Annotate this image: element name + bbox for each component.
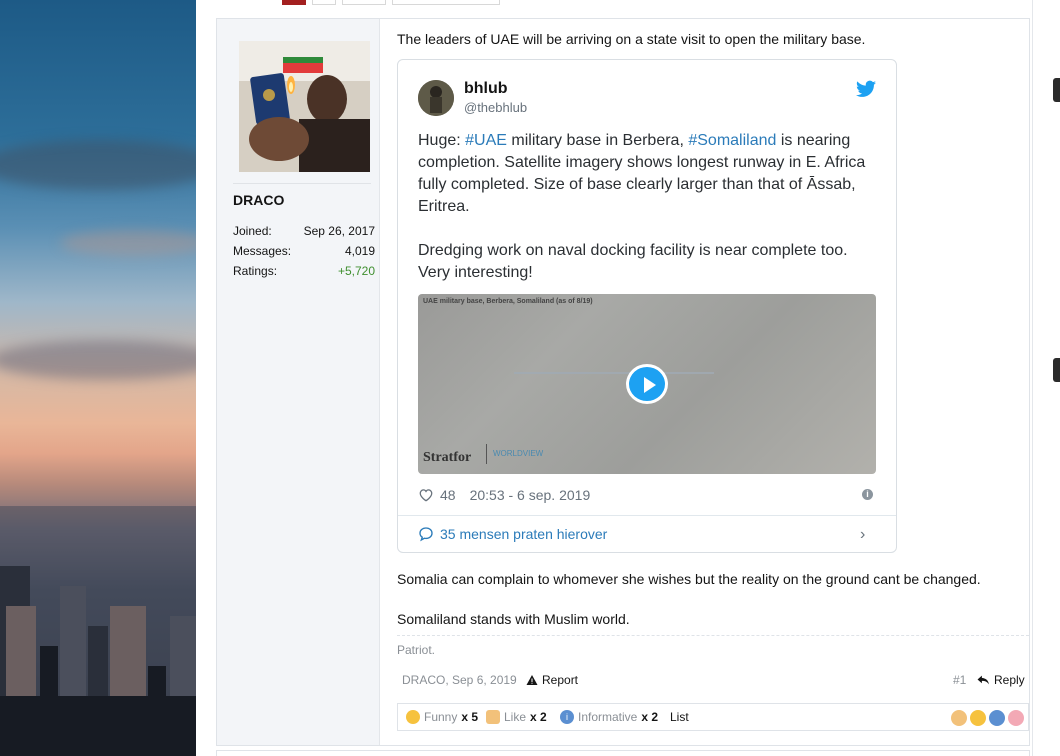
comment-bubble-icon [419,527,433,542]
reaction-picker [951,710,1024,726]
hashtag-link[interactable]: #Somaliland [688,132,776,149]
reactions-list-link[interactable]: List [670,710,689,724]
twitter-bird-icon[interactable] [856,80,876,98]
reply-arrow-icon [977,675,989,685]
report-label: Report [542,673,579,687]
post-paragraph: Somaliland stands with Muslim world. [397,611,630,627]
post-user-column: DRACO Joined: Sep 26, 2017 Messages: 4,0… [217,19,380,745]
signature-divider [397,635,1029,636]
embedded-tweet[interactable]: bhlub @thebhlub Huge: #UAE military base… [397,59,897,553]
heart-react-icon[interactable] [1008,710,1024,726]
top-pagination [282,0,500,5]
heart-icon[interactable] [418,488,434,502]
reaction-like[interactable]: Like x 2 [486,710,547,724]
stat-messages: Messages: 4,019 [233,243,375,263]
tweet-video[interactable]: UAE military base, Berbera, Somaliland (… [418,294,876,474]
reactions-bar: Funny x 5 Like x 2 i Informative x 2 Lis… [397,703,1029,731]
stat-value: 4,019 [344,244,375,258]
signature: Patriot. [397,643,436,657]
post-intro-text: The leaders of UAE will be arriving on a… [397,31,866,47]
runway-line [514,372,714,374]
right-sidebar-edge [1032,0,1060,756]
tweet-text: Huge: #UAE military base in Berbera, #So… [418,130,878,306]
divider [233,183,371,184]
play-icon[interactable] [626,364,668,404]
funny-react-icon[interactable] [970,710,986,726]
background-city-image [0,0,196,756]
reaction-funny[interactable]: Funny x 5 [406,710,478,724]
forum-post: DRACO Joined: Sep 26, 2017 Messages: 4,0… [216,18,1030,746]
stat-ratings: Ratings: +5,720 [233,263,375,283]
worldview-logo: WORLDVIEW [486,444,543,464]
video-caption: UAE military base, Berbera, Somaliland (… [423,298,593,305]
chevron-right-icon[interactable]: › [860,526,865,544]
pager-next[interactable] [392,0,500,5]
username[interactable]: DRACO [233,192,284,208]
stat-value: Sep 26, 2017 [303,224,375,238]
post-author-date[interactable]: DRACO, Sep 6, 2019 [402,673,517,687]
post-paragraph: Somalia can complain to whomever she wis… [397,571,981,587]
stat-label: Ratings: [233,264,278,278]
tweet-author-name[interactable]: bhlub [464,80,508,98]
reaction-informative[interactable]: i Informative x 2 [560,710,658,724]
avatar[interactable] [239,41,370,172]
like-count: 48 [440,487,456,503]
info-icon[interactable]: i [862,489,873,500]
pager-page[interactable] [342,0,386,5]
divider [398,515,896,516]
main-panel: DRACO Joined: Sep 26, 2017 Messages: 4,0… [196,0,1032,756]
pager-page-active[interactable] [282,0,306,5]
reply-label: Reply [994,673,1025,687]
stat-label: Joined: [233,224,272,238]
info-circle-icon: i [560,710,574,724]
tweet-avatar[interactable] [418,80,454,116]
report-button[interactable]: Report [526,673,578,687]
thumbs-up-icon [486,710,500,724]
replies-label: 35 mensen praten hierover [440,526,608,542]
stat-label: Messages: [233,244,292,258]
reaction-label: Funny [424,710,458,724]
stat-value: +5,720 [337,264,375,278]
tweet-meta: 48 20:53 - 6 sep. 2019 [418,487,590,503]
reply-button[interactable]: Reply [977,673,1025,687]
pager-page[interactable] [312,0,336,5]
funny-emoji-icon [406,710,420,724]
tweet-text-mid: military base in Berbera, [506,132,689,149]
reaction-label: Like [504,710,527,724]
thumbs-up-react-icon[interactable] [951,710,967,726]
reaction-count: x 5 [461,710,479,724]
user-stats: Joined: Sep 26, 2017 Messages: 4,019 Rat… [233,223,375,283]
next-post-edge [216,750,1030,756]
reaction-count: x 2 [641,710,659,724]
stratfor-logo: Stratfor [423,450,472,465]
avatar-image [239,41,370,172]
tweet-author-handle[interactable]: @thebhlub [464,100,527,115]
tweet-avatar-image [418,80,454,116]
hashtag-link[interactable]: #UAE [465,132,507,149]
post-number[interactable]: #1 [953,673,966,687]
tweet-text-para2: Dredging work on naval docking facility … [418,242,848,281]
reaction-count: x 2 [530,710,547,724]
tweet-timestamp[interactable]: 20:53 - 6 sep. 2019 [470,487,591,503]
side-tab[interactable] [1053,78,1060,102]
informative-react-icon[interactable] [989,710,1005,726]
reaction-label: Informative [578,710,638,724]
tweet-text-prefix: Huge: [418,132,466,149]
stat-joined: Joined: Sep 26, 2017 [233,223,375,243]
tweet-replies-link[interactable]: 35 mensen praten hierover [418,526,607,542]
warning-icon [526,675,538,685]
side-tab[interactable] [1053,358,1060,382]
